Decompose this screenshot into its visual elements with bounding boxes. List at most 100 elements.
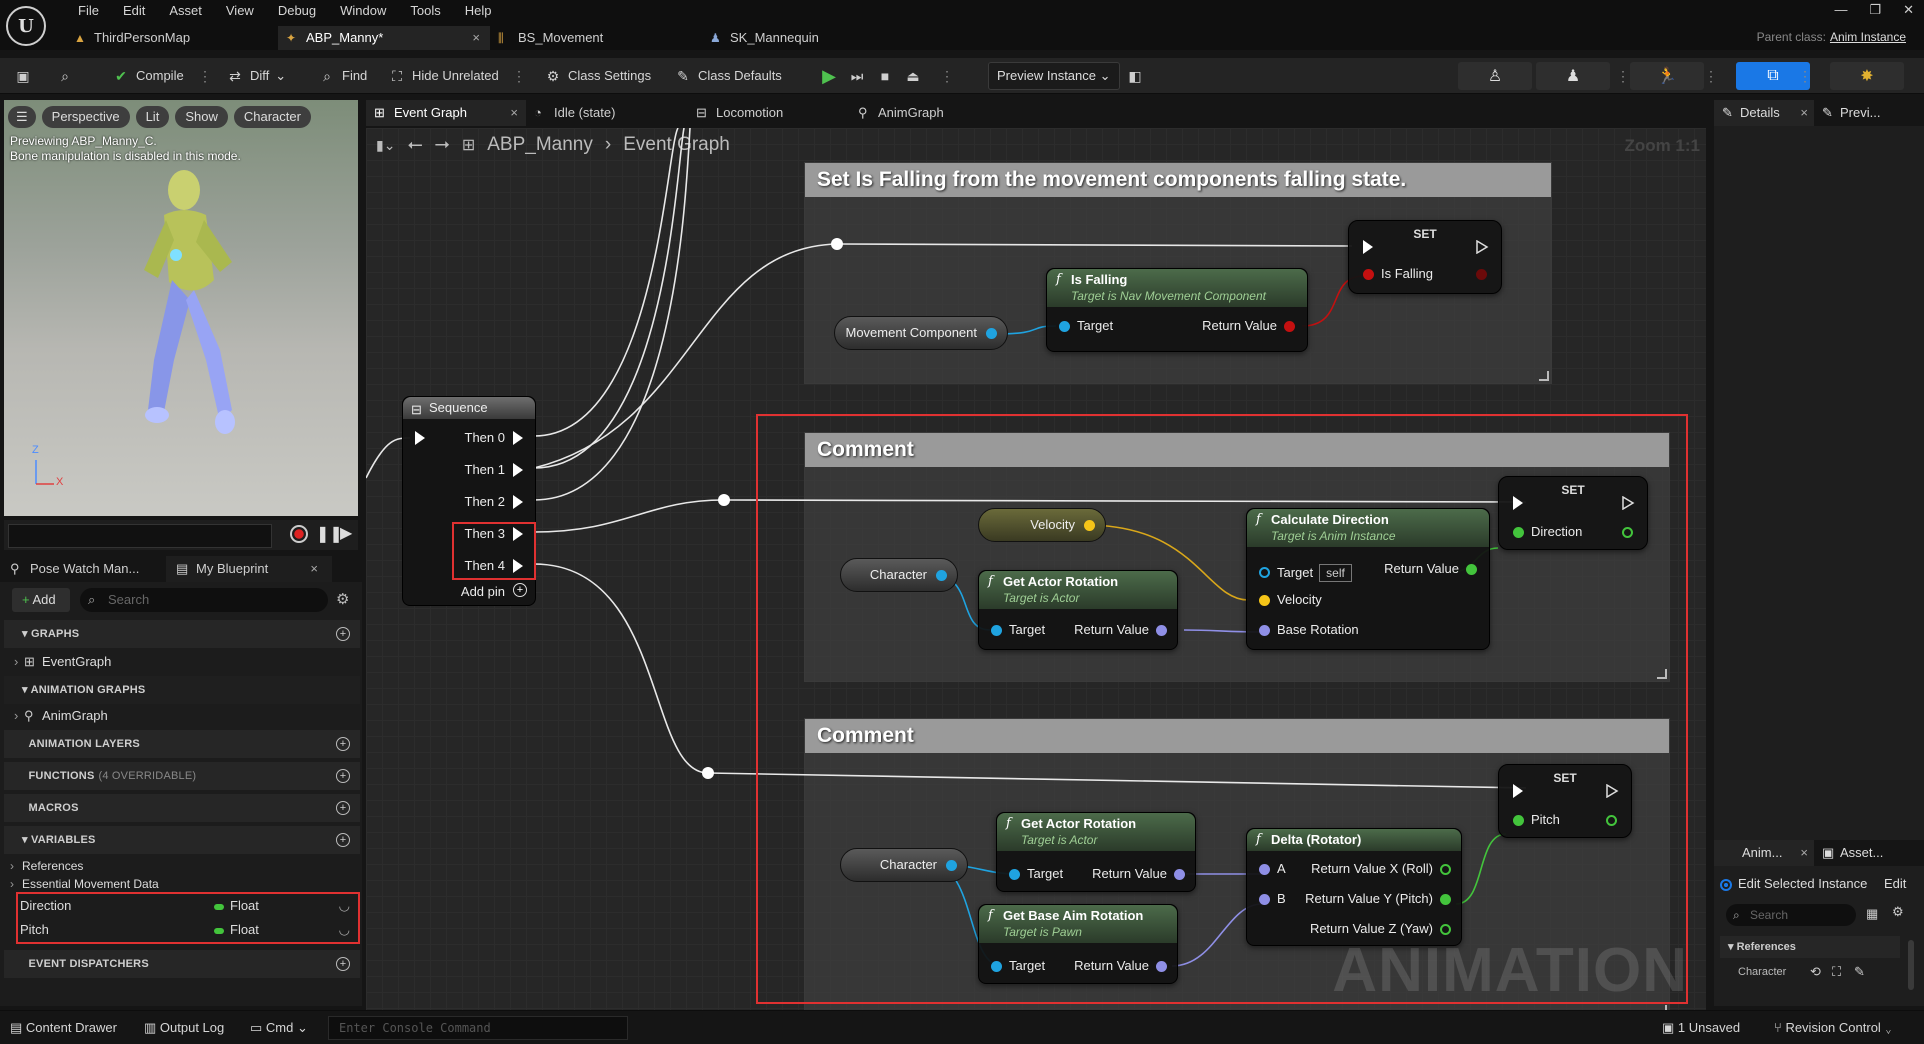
record-icon[interactable]: [290, 525, 308, 543]
menu-view[interactable]: View: [214, 2, 266, 20]
bool-out-pin[interactable]: [1476, 269, 1487, 280]
section-animation-graphs[interactable]: ▾ ANIMATION GRAPHS: [4, 676, 360, 704]
gear-icon[interactable]: ⚙: [1892, 904, 1904, 920]
step-button[interactable]: ⏭: [848, 64, 866, 88]
reroute-node[interactable]: [831, 238, 843, 250]
save-button[interactable]: ▣: [14, 64, 32, 88]
skeleton-mode-button[interactable]: ♙: [1458, 62, 1532, 90]
menu-file[interactable]: File: [66, 2, 111, 20]
class-settings-button[interactable]: ⚙ Class Settings: [544, 64, 651, 88]
section-macros[interactable]: MACROS +: [4, 794, 360, 822]
add-icon[interactable]: +: [336, 833, 350, 847]
compile-button[interactable]: ✔ Compile: [112, 64, 184, 88]
exec-out-pin[interactable]: [513, 495, 523, 509]
menu-asset[interactable]: Asset: [157, 2, 214, 20]
maximize-icon[interactable]: ❐: [1869, 0, 1881, 20]
content-drawer-button[interactable]: ▤ Content Drawer: [10, 1019, 117, 1037]
section-animation-layers[interactable]: ANIMATION LAYERS +: [4, 730, 360, 758]
parent-class-link[interactable]: Anim Instance: [1830, 30, 1906, 44]
close-icon[interactable]: ×: [1800, 100, 1808, 126]
bool-pin[interactable]: [1363, 269, 1374, 280]
is-falling-node[interactable]: f Is Falling Target is Nav Movement Compon…: [1046, 268, 1308, 352]
unreal-logo-icon[interactable]: U: [6, 6, 46, 46]
scrollbar[interactable]: [1908, 940, 1914, 990]
reroute-node[interactable]: [718, 494, 730, 506]
mesh-mode-button[interactable]: ♟: [1536, 62, 1610, 90]
menu-debug[interactable]: Debug: [266, 2, 328, 20]
debug-filter-button[interactable]: ◧: [1126, 64, 1144, 88]
references-category[interactable]: ▾ References: [1720, 936, 1900, 958]
add-icon[interactable]: +: [336, 801, 350, 815]
output-log-button[interactable]: ▥ Output Log: [144, 1019, 224, 1037]
menu-tools[interactable]: Tools: [398, 2, 452, 20]
animation-mode-button[interactable]: 🏃: [1630, 62, 1704, 90]
edit-defaults-option[interactable]: Edit: [1884, 876, 1906, 891]
browse-button[interactable]: ⌕: [56, 64, 74, 88]
hide-unrelated-button[interactable]: ⛶ Hide Unrelated: [388, 64, 499, 88]
diff-button[interactable]: ⇄ Diff ⌄: [226, 64, 286, 88]
tab-pose-watch[interactable]: ⚲ Pose Watch Man...: [0, 556, 166, 582]
category-references[interactable]: › References: [4, 856, 360, 876]
tab-idle-state[interactable]: ◔ Idle (state): [526, 100, 688, 126]
category-essential[interactable]: › Essential Movement Data: [4, 874, 360, 894]
reset-icon[interactable]: ⟲: [1810, 964, 1821, 980]
graph-item-animgraph[interactable]: › ⚲ AnimGraph: [4, 706, 360, 726]
section-graphs[interactable]: ▾ GRAPHS +: [4, 620, 360, 648]
gear-icon[interactable]: ⚙: [336, 590, 349, 608]
close-icon[interactable]: ×: [310, 556, 318, 582]
exec-out-pin[interactable]: [513, 463, 523, 477]
eject-button[interactable]: ⏏: [904, 64, 922, 88]
exec-out-pin[interactable]: [513, 431, 523, 445]
pencil-icon[interactable]: ✎: [1854, 964, 1865, 980]
set-is-falling-node[interactable]: SET Is Falling: [1348, 220, 1502, 294]
menu-window[interactable]: Window: [328, 2, 398, 20]
close-icon[interactable]: ×: [472, 26, 480, 50]
kebab-icon[interactable]: ⋮: [1616, 68, 1630, 84]
revision-control-button[interactable]: ⑂ Revision Control ⌄: [1774, 1019, 1892, 1037]
edit-selected-instance-option[interactable]: Edit Selected Instance: [1720, 876, 1867, 891]
close-window-icon[interactable]: ✕: [1903, 0, 1914, 20]
stop-button[interactable]: ■: [876, 64, 894, 88]
preview-viewport[interactable]: ☰ Perspective Lit Show Character Preview…: [4, 100, 358, 516]
tab-preview[interactable]: ✎ Previ...: [1814, 100, 1914, 126]
tab-anim-preview[interactable]: Anim... ×: [1714, 840, 1814, 866]
tab-locomotion[interactable]: ⊟ Locomotion: [688, 100, 850, 126]
lit-chip[interactable]: Lit: [135, 106, 170, 128]
section-variables[interactable]: ▾ VARIABLES +: [4, 826, 360, 854]
event-graph-canvas[interactable]: ▮⌄ ⭠ ⭢ ⊞ ABP_Manny › Event Graph Zoom 1:…: [366, 128, 1706, 1010]
tab-event-graph[interactable]: ⊞ Event Graph ×: [366, 100, 526, 126]
browse-icon[interactable]: ⛶: [1832, 964, 1841, 980]
doc-tab-abp-manny[interactable]: ✦ ABP_Manny* ×: [278, 26, 490, 50]
unsaved-button[interactable]: ▣ 1 Unsaved: [1662, 1019, 1740, 1037]
show-chip[interactable]: Show: [175, 106, 228, 128]
add-icon[interactable]: +: [336, 957, 350, 971]
exec-in-pin[interactable]: [415, 431, 425, 445]
search-input[interactable]: ⌕ Search: [1726, 904, 1856, 926]
add-icon[interactable]: +: [336, 769, 350, 783]
doc-tab-thirdpersonmap[interactable]: ▲ ThirdPersonMap: [66, 26, 278, 50]
kebab-icon[interactable]: ⋮: [512, 68, 526, 84]
doc-tab-sk-mannequin[interactable]: ♟ SK_Mannequin: [702, 26, 914, 50]
perspective-chip[interactable]: Perspective: [41, 106, 130, 128]
bool-pin[interactable]: [1284, 321, 1295, 332]
table-view-icon[interactable]: ▦: [1866, 906, 1878, 922]
object-pin[interactable]: [986, 328, 997, 339]
minimize-icon[interactable]: —: [1834, 0, 1847, 20]
movement-component-node[interactable]: Movement Component: [834, 316, 1008, 350]
tab-my-blueprint[interactable]: ▤ My Blueprint ×: [166, 556, 332, 582]
exec-out-pin[interactable]: [1475, 240, 1489, 254]
character-chip[interactable]: Character: [233, 106, 311, 128]
class-defaults-button[interactable]: ✎ Class Defaults: [674, 64, 782, 88]
add-icon[interactable]: +: [336, 737, 350, 751]
close-icon[interactable]: ×: [1800, 840, 1808, 866]
preview-instance-dropdown[interactable]: Preview Instance ⌄: [988, 62, 1120, 90]
cmd-dropdown[interactable]: ▭ Cmd ⌄: [250, 1019, 308, 1037]
menu-edit[interactable]: Edit: [111, 2, 157, 20]
section-event-dispatchers[interactable]: EVENT DISPATCHERS +: [4, 950, 360, 978]
kebab-icon[interactable]: ⋮: [1704, 68, 1718, 84]
physics-mode-button[interactable]: ✸: [1830, 62, 1904, 90]
close-icon[interactable]: ×: [510, 100, 518, 126]
add-pin-label[interactable]: Add pin: [461, 584, 505, 600]
play-button[interactable]: ▶: [820, 64, 838, 88]
pause-icon[interactable]: ❚❚: [316, 524, 343, 544]
